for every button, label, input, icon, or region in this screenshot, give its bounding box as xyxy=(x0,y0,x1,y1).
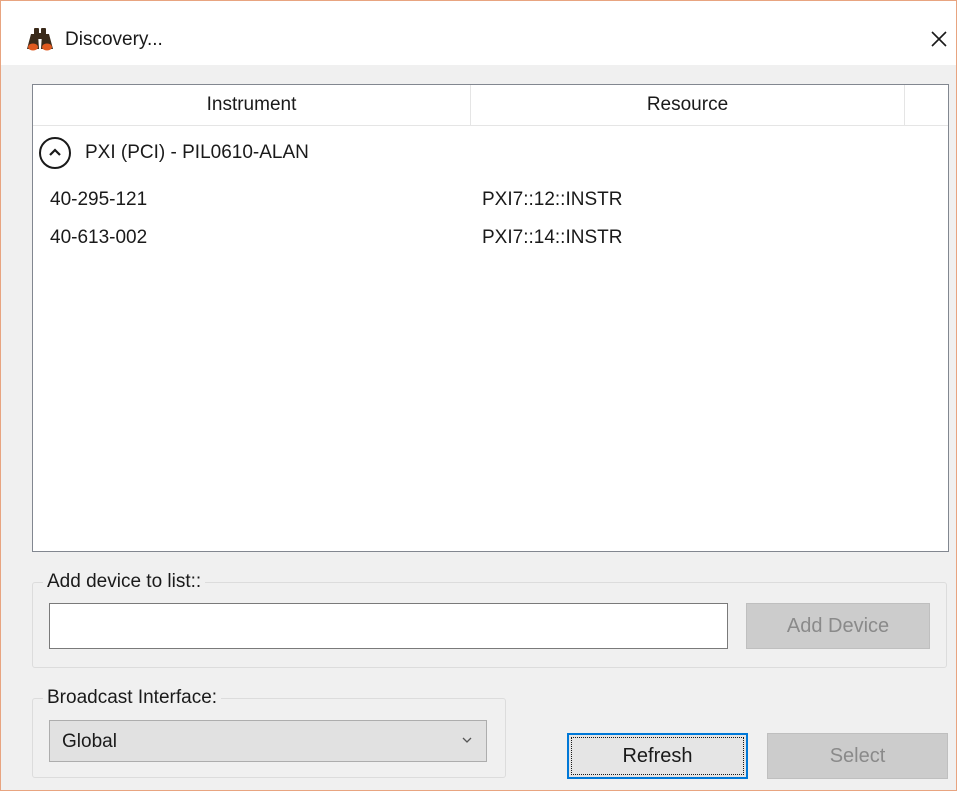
resource-cell: PXI7::12::INSTR xyxy=(482,189,623,210)
discovery-window: Discovery... Instrument Resource PXI (PC… xyxy=(0,0,957,791)
column-header-filler xyxy=(905,85,948,125)
chevron-down-icon xyxy=(462,737,472,743)
group-header[interactable]: PXI (PCI) - PIL0610-ALAN xyxy=(39,137,639,173)
broadcast-interface-label: Broadcast Interface: xyxy=(43,687,222,709)
instrument-list[interactable]: Instrument Resource PXI (PCI) - PIL0610-… xyxy=(32,84,949,552)
select-button[interactable]: Select xyxy=(767,733,948,779)
chevron-up-icon[interactable] xyxy=(39,137,71,169)
column-header-instrument[interactable]: Instrument xyxy=(33,85,471,125)
list-item[interactable]: 40-613-002 PXI7::14::INSTR xyxy=(33,221,948,257)
close-icon xyxy=(931,31,947,47)
list-header: Instrument Resource xyxy=(33,85,948,126)
instrument-cell: 40-295-121 xyxy=(50,189,148,210)
add-device-button[interactable]: Add Device xyxy=(746,603,930,649)
window-title: Discovery... xyxy=(65,29,163,50)
list-item[interactable]: 40-295-121 PXI7::12::INSTR xyxy=(33,183,948,219)
column-header-resource[interactable]: Resource xyxy=(471,85,905,125)
title-bar: Discovery... xyxy=(1,1,956,65)
instrument-cell: 40-613-002 xyxy=(50,227,148,248)
broadcast-interface-dropdown[interactable]: Global xyxy=(49,720,487,762)
add-device-input[interactable] xyxy=(49,603,728,649)
dropdown-value: Global xyxy=(62,731,117,752)
group-label: PXI (PCI) - PIL0610-ALAN xyxy=(85,142,309,163)
binoculars-icon xyxy=(25,27,55,51)
refresh-button[interactable]: Refresh xyxy=(567,733,748,779)
add-device-label: Add device to list:: xyxy=(43,571,206,593)
resource-cell: PXI7::14::INSTR xyxy=(482,227,623,248)
focus-indicator xyxy=(571,737,744,775)
close-button[interactable] xyxy=(919,19,957,59)
